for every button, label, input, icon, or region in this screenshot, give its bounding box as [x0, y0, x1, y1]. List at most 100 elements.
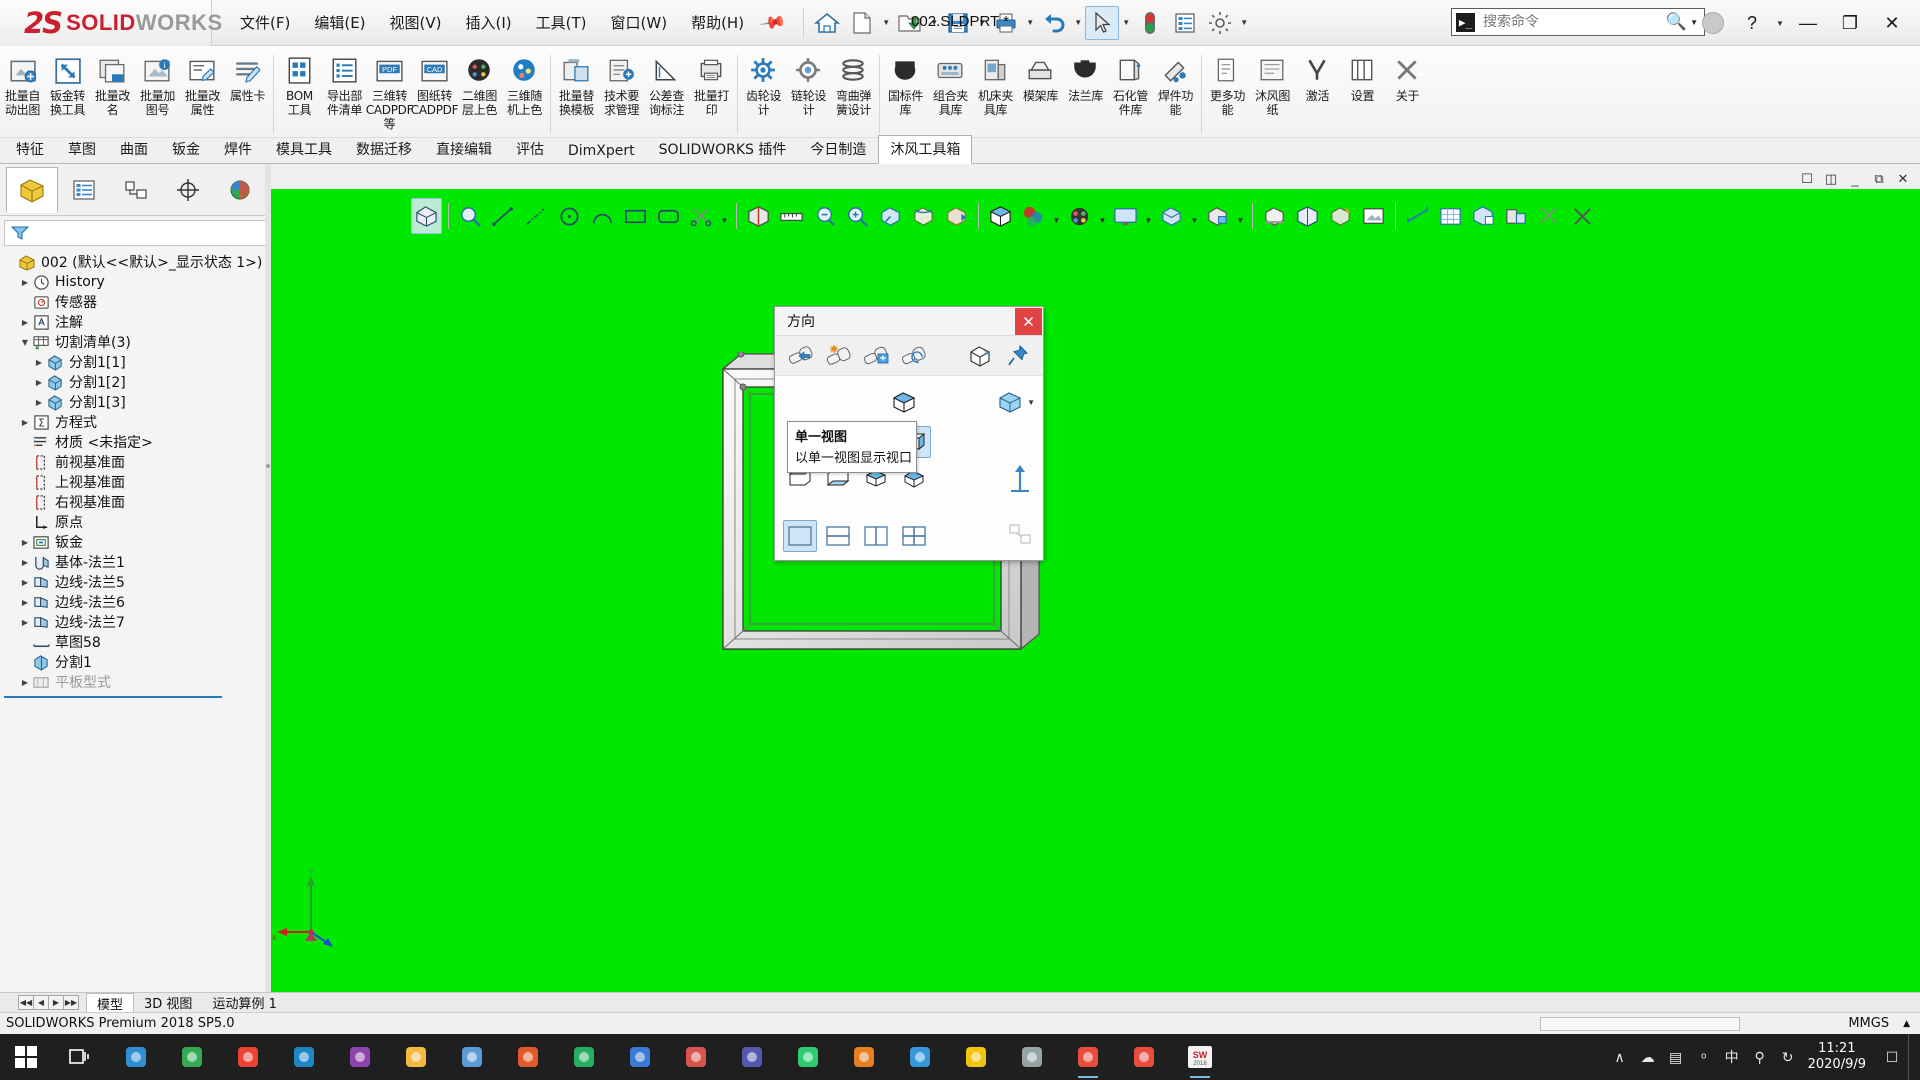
display-style-icon[interactable]: [1018, 198, 1049, 234]
tree-item[interactable]: ▶ 分割1[1]: [4, 352, 271, 372]
perspective-icon[interactable]: [1292, 198, 1323, 234]
display-grid-icon[interactable]: [1435, 198, 1466, 234]
rotate-view-icon[interactable]: [908, 198, 939, 234]
notification-center-icon[interactable]: ☐: [1878, 1034, 1906, 1080]
zoom-to-area-icon[interactable]: [455, 198, 486, 234]
zoom-in-out-icon[interactable]: [842, 198, 873, 234]
wps-icon[interactable]: [612, 1034, 668, 1080]
batch-replace-template-button[interactable]: 批量替 换模板: [554, 51, 599, 135]
tree-item[interactable]: ▶ 边线-法兰5: [4, 572, 271, 592]
tree-expand-arrow-icon[interactable]: ▶: [18, 318, 32, 327]
task-view-icon[interactable]: [52, 1034, 108, 1080]
paint-icon[interactable]: [556, 1034, 612, 1080]
help-caret-icon[interactable]: ▼: [1774, 6, 1786, 40]
mufeng-drawing-button[interactable]: 沐风图 纸: [1250, 51, 1295, 135]
options-caret-icon[interactable]: ▼: [1238, 6, 1250, 40]
dimension-icon[interactable]: [1402, 198, 1433, 234]
onedrive-icon[interactable]: ☁: [1634, 1034, 1662, 1080]
isometric-view-icon[interactable]: [887, 386, 921, 418]
antivirus-icon[interactable]: [500, 1034, 556, 1080]
new-document-caret-icon[interactable]: ▼: [880, 6, 892, 40]
search-input[interactable]: [1475, 14, 1666, 30]
view-orientation-icon[interactable]: [985, 198, 1016, 234]
hide-show-items-caret-icon[interactable]: ▼: [1097, 198, 1108, 234]
hide-show-items-icon[interactable]: [1064, 198, 1095, 234]
normal-to-icon[interactable]: [963, 340, 997, 372]
calculator-icon[interactable]: [444, 1034, 500, 1080]
dialog-close-button[interactable]: ✕: [1015, 308, 1042, 335]
chrome-icon[interactable]: [164, 1034, 220, 1080]
restore-view-icon[interactable]: ☐: [1796, 168, 1818, 190]
search-dropdown-icon[interactable]: ▼: [1690, 18, 1698, 27]
drawing-to-cadpdf-button[interactable]: CAD 图纸转 CADPDF: [411, 51, 459, 135]
search-command-box[interactable]: ▶_ 🔍 ▼: [1451, 8, 1705, 36]
pushpin-icon[interactable]: [1001, 340, 1035, 372]
undo-icon[interactable]: [1037, 6, 1071, 40]
undo-caret-icon[interactable]: ▼: [1072, 6, 1084, 40]
tree-item[interactable]: ▶ 前视基准面: [4, 452, 271, 472]
ambient-occlusion-icon[interactable]: [1325, 198, 1356, 234]
machine-fixture-library-button[interactable]: 机床夹 具库: [973, 51, 1018, 135]
search-icon[interactable]: 🔍: [1666, 12, 1687, 32]
gfx-minimize-icon[interactable]: _: [1844, 168, 1866, 190]
national-standard-library-button[interactable]: 国标件 库: [883, 51, 928, 135]
edit-appearance-icon[interactable]: [1110, 198, 1141, 234]
tab-mold-tools[interactable]: 模具工具: [264, 135, 344, 163]
tree-expand-arrow-icon[interactable]: ▶: [32, 378, 46, 387]
last-tab-icon[interactable]: ▶▶: [63, 995, 79, 1010]
view-selector-icon[interactable]: [993, 386, 1027, 418]
tab-features[interactable]: 特征: [4, 135, 56, 163]
tab-weldments[interactable]: 焊件: [212, 135, 264, 163]
tab-sketch[interactable]: 草图: [56, 135, 108, 163]
usb-icon[interactable]: ⚲: [1746, 1034, 1774, 1080]
tree-item[interactable]: ▶ 材质 <未指定>: [4, 432, 271, 452]
previous-view-icon[interactable]: [783, 340, 817, 372]
update-standard-views-icon[interactable]: [859, 340, 893, 372]
batch-edit-properties-button[interactable]: 批量改 属性: [180, 51, 225, 135]
solidworks-app-icon[interactable]: SW 2018: [1172, 1034, 1228, 1080]
arc-icon[interactable]: [587, 198, 618, 234]
menu-window[interactable]: 窗口(W): [599, 8, 680, 37]
two-view-horizontal-icon[interactable]: [821, 520, 855, 552]
show-desktop-button[interactable]: [1908, 1034, 1916, 1080]
tree-item[interactable]: ▶ 平板型式: [4, 672, 271, 692]
tab-direct-edit[interactable]: 直接编辑: [424, 135, 504, 163]
tab-today-manufacturing[interactable]: 今日制造: [798, 135, 878, 163]
apply-scene-icon[interactable]: [1156, 198, 1187, 234]
tree-expand-arrow-icon[interactable]: ▶: [18, 538, 32, 547]
file-explorer-icon[interactable]: [388, 1034, 444, 1080]
threed-to-cadpdf-button[interactable]: PDF 三维转 CADPDF 等: [366, 51, 414, 135]
menu-view[interactable]: 视图(V): [378, 8, 454, 37]
sync-icon[interactable]: ↻: [1774, 1034, 1802, 1080]
chrome2-icon[interactable]: [220, 1034, 276, 1080]
view-settings-icon[interactable]: [1202, 198, 1233, 234]
tree-item[interactable]: ▶ 传感器: [4, 292, 271, 312]
tolerance-query-button[interactable]: 公差查 询标注: [644, 51, 689, 135]
orange-gear-icon[interactable]: [836, 1034, 892, 1080]
mold-base-library-button[interactable]: 模架库: [1018, 51, 1063, 135]
petrochemical-pipe-library-button[interactable]: 石化管 件库: [1108, 51, 1153, 135]
sheetmetal-convert-tool-button[interactable]: 钣金转 换工具: [45, 51, 90, 135]
creative-app-icon[interactable]: [332, 1034, 388, 1080]
batch-print-button[interactable]: 批量打 印: [689, 51, 734, 135]
tree-expand-arrow-icon[interactable]: ▶: [18, 278, 32, 287]
menu-file[interactable]: 文件(F): [228, 8, 302, 37]
tree-expand-arrow-icon[interactable]: ▶: [18, 678, 32, 687]
threed-machine-color-button[interactable]: 三维随 机上色: [502, 51, 547, 135]
select-cursor-icon[interactable]: [1085, 5, 1120, 40]
print-caret-icon[interactable]: ▼: [1024, 6, 1036, 40]
camera-icon[interactable]: [1004, 1034, 1060, 1080]
tab-surfaces[interactable]: 曲面: [108, 135, 160, 163]
first-tab-icon[interactable]: ◀◀: [18, 995, 34, 1010]
edge-icon[interactable]: [108, 1034, 164, 1080]
tree-expand-arrow-icon[interactable]: ▶: [18, 578, 32, 587]
file-properties-icon[interactable]: [1168, 6, 1202, 40]
taskbar-clock[interactable]: 11:21 2020/9/9: [1804, 1041, 1876, 1073]
isolate-icon[interactable]: [1501, 198, 1532, 234]
user-avatar-icon[interactable]: [1702, 12, 1724, 34]
minimize-button[interactable]: —: [1788, 3, 1828, 43]
volume-icon[interactable]: ᵒ: [1690, 1034, 1718, 1080]
tree-item[interactable]: ▶ 草图58: [4, 632, 271, 652]
normal-to-arrow-button[interactable]: [1007, 464, 1033, 494]
tree-item[interactable]: ▶ 分割1: [4, 652, 271, 672]
